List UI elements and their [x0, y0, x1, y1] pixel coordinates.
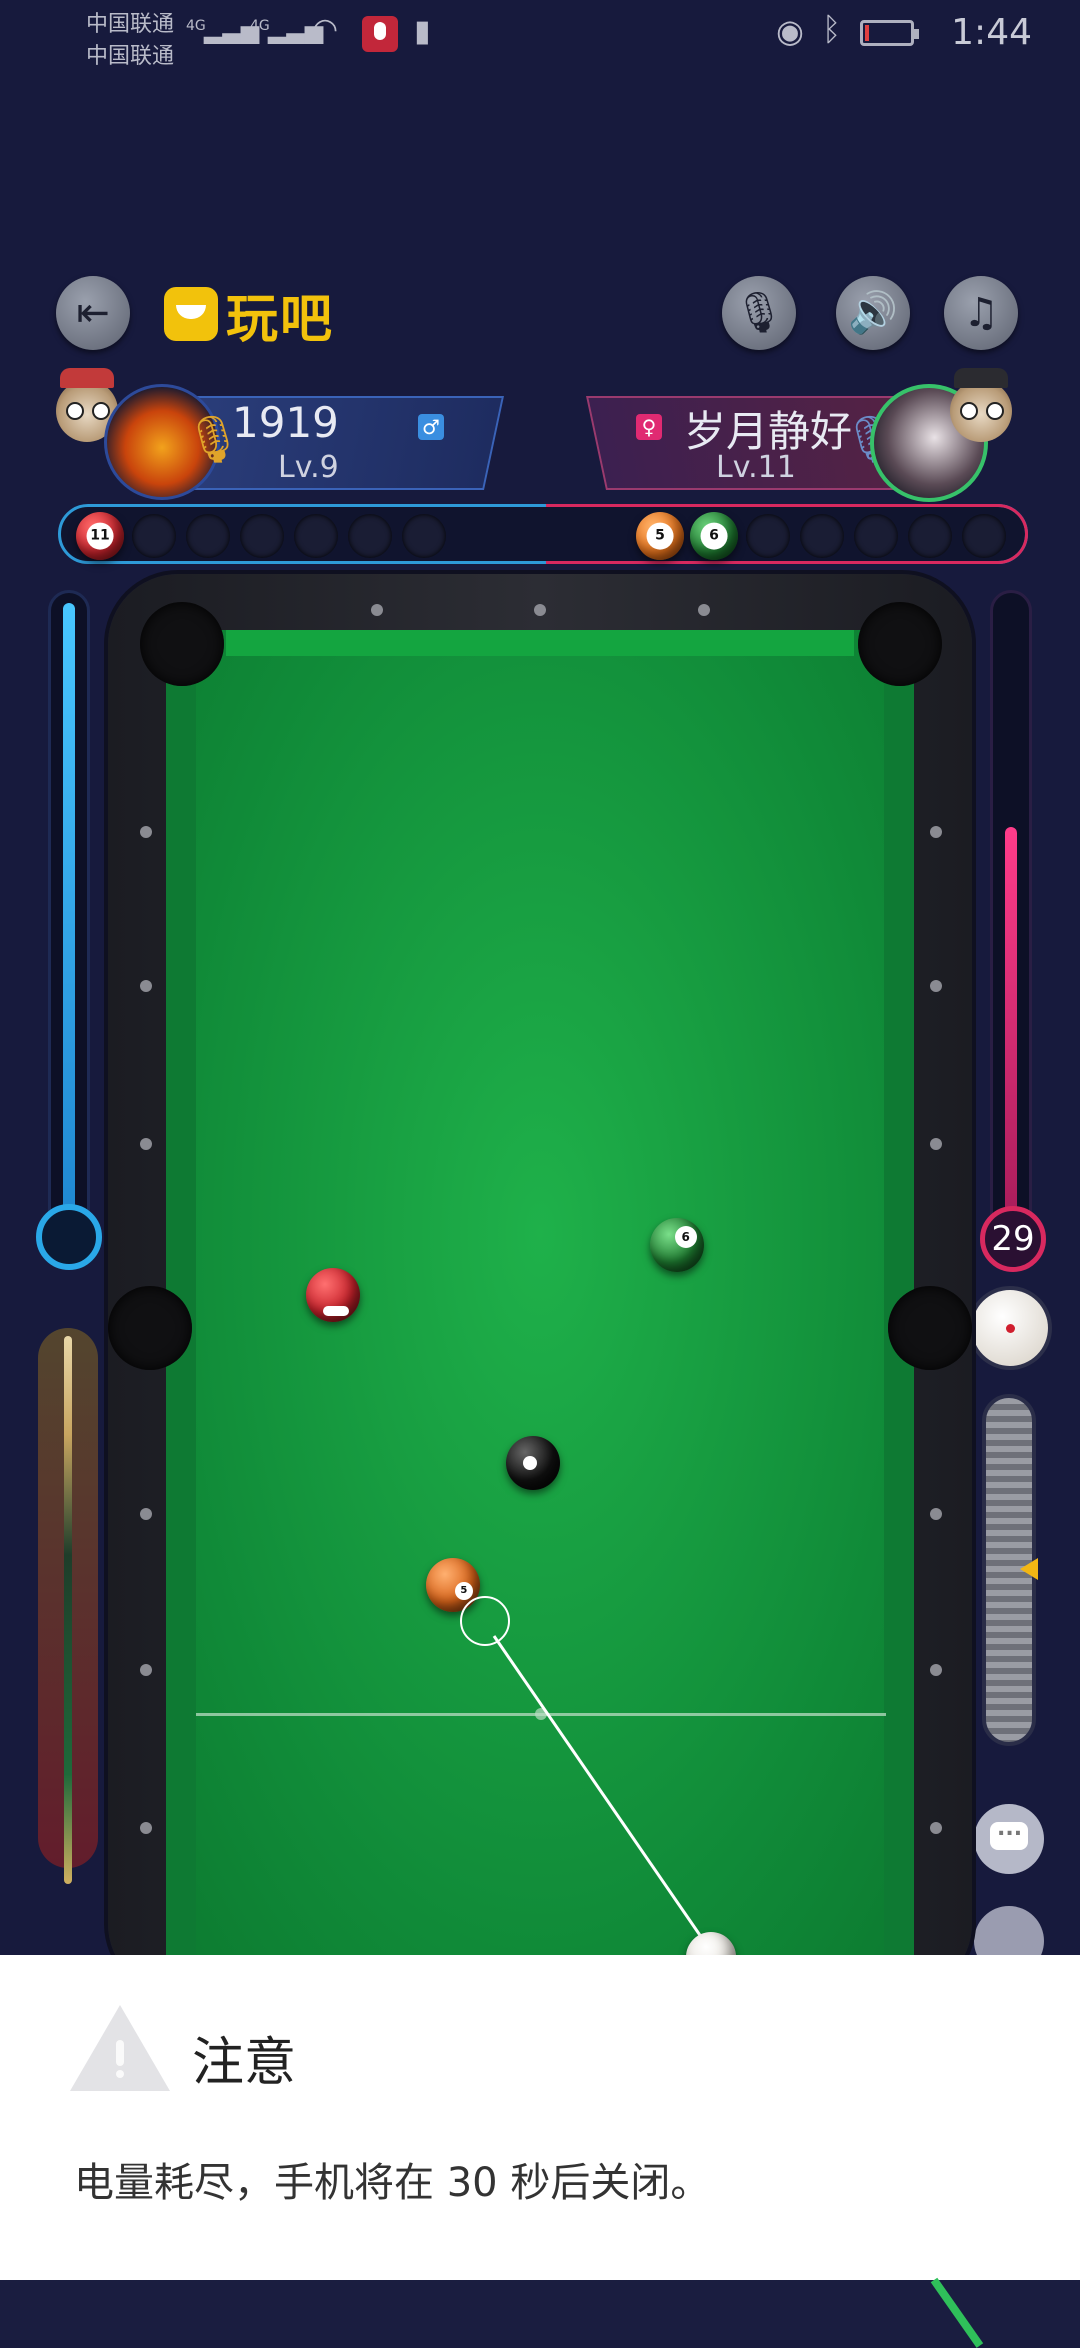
warning-exclamation-icon — [114, 2040, 126, 2078]
dialog-message: 电量耗尽，手机将在 30 秒后关闭。 — [74, 2160, 711, 2206]
low-battery-dialog — [0, 1955, 1080, 2280]
dialog-title: 注意 — [192, 2033, 297, 2093]
aim-ghost-ball — [460, 1596, 510, 1646]
game-background-strip — [0, 2277, 1080, 2348]
